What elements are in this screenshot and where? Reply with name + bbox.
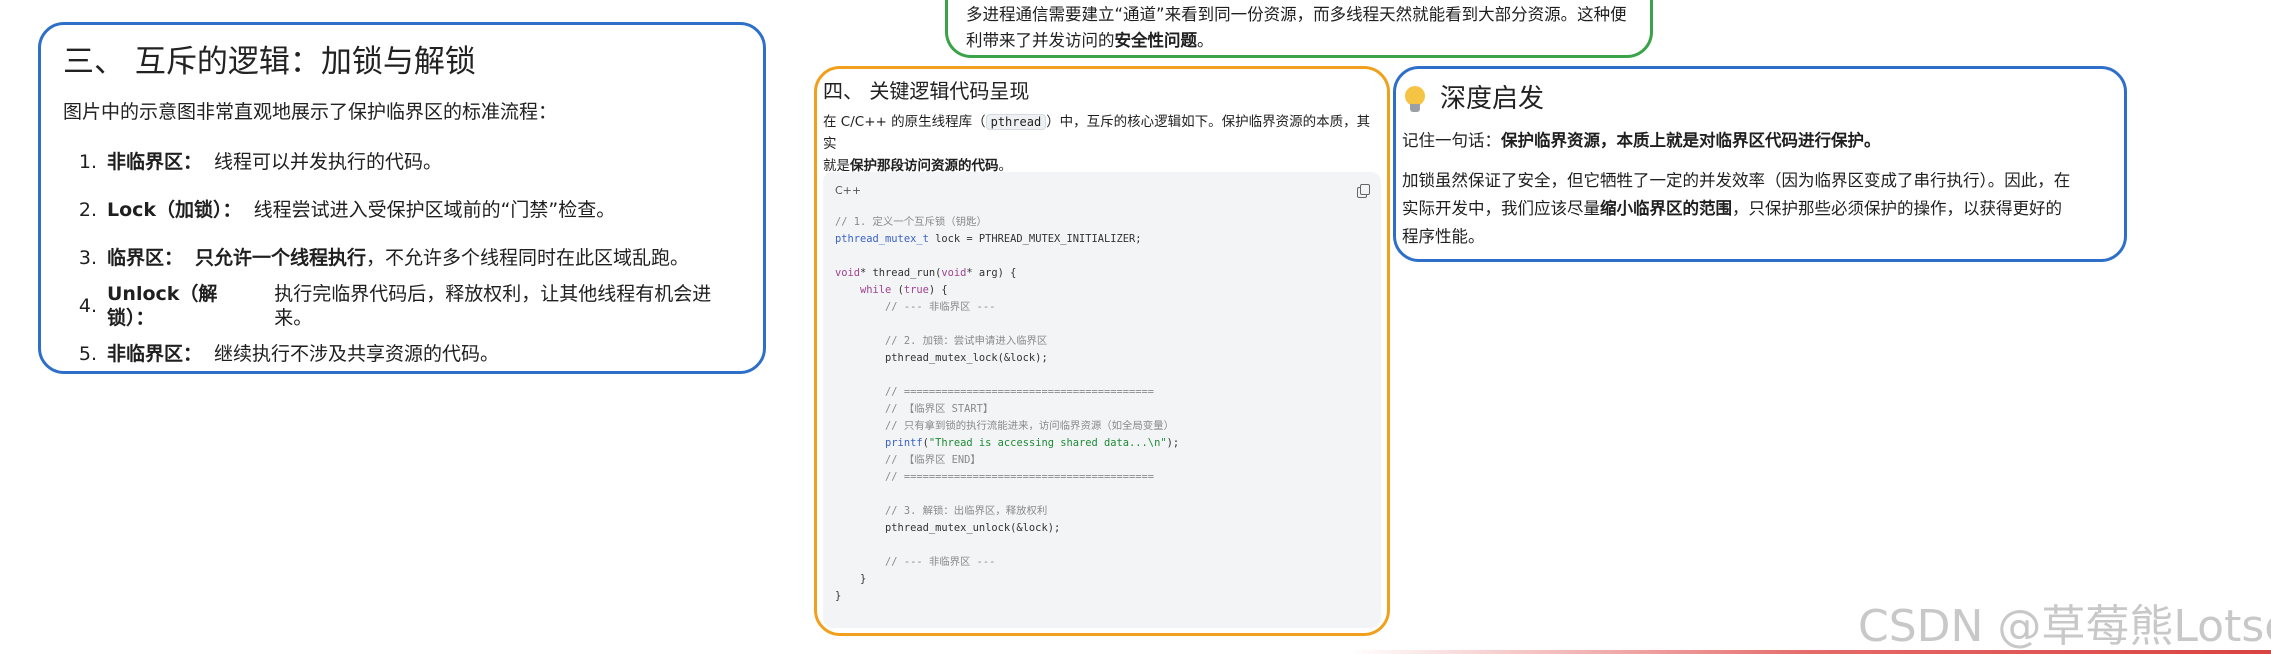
code-line: // 2. 加锁：尝试申请进入临界区: [835, 335, 1048, 347]
top-note-card: 多进程通信需要建立“通道”来看到同一份资源，而多线程天然就能看到大部分资源。这种…: [945, 0, 1653, 58]
top-note-line2: 利带来了并发访问的安全性问题。: [966, 28, 1632, 54]
code-line: // 1. 定义一个互斥锁（钥匙）: [835, 216, 987, 228]
list-item: 5. 非临界区： 继续执行不涉及共享资源的代码。: [63, 330, 741, 378]
code-line: // =====================================…: [835, 471, 1155, 483]
list-item-number: 3.: [78, 247, 97, 269]
list-item: 4. Unlock（解锁）： 执行完临界代码后，释放权利，让其他线程有机会进来。: [63, 282, 741, 330]
code-content: // 1. 定义一个互斥锁（钥匙） pthread_mutex_t lock =…: [823, 208, 1381, 611]
insight-card: 深度启发 记住一句话：保护临界资源，本质上就是对临界区代码进行保护。 加锁虽然保…: [1393, 66, 2127, 262]
code-line: // 只有拿到锁的执行流能进来，访问临界资源（如全局变量）: [835, 420, 1174, 432]
list-item: 3. 临界区： 只允许一个线程执行，不允许多个线程同时在此区域乱跑。: [63, 234, 741, 282]
code-line: }: [835, 590, 842, 602]
code-line: pthread_mutex_unlock(&lock);: [835, 522, 1061, 534]
insight-p2-line2-prefix: 实际开发中，我们应该尽量: [1402, 199, 1600, 218]
copy-icon[interactable]: [1357, 183, 1370, 198]
code-line: printf("Thread is accessing shared data.…: [885, 437, 1180, 449]
code-line: while (true) {: [860, 284, 948, 296]
top-note-line1: 多进程通信需要建立“通道”来看到同一份资源，而多线程天然就能看到大部分资源。这种…: [966, 5, 1627, 24]
list-item-text: 执行完临界代码后，释放权利，让其他线程有机会进来。: [274, 283, 712, 329]
code-line: // 【临界区 START】: [835, 403, 994, 415]
section4-card: 四、 关键逻辑代码呈现 在 C/C++ 的原生线程库（ pthread ）中，互斥的…: [814, 66, 1390, 636]
list-item: 2. Lock（加锁）： 线程尝试进入受保护区域前的“门禁”检查。: [63, 186, 741, 234]
list-item-number: 1.: [78, 151, 97, 173]
insight-heading: 深度启发: [1402, 77, 2120, 121]
bottom-accent-line: [1350, 650, 2271, 654]
top-note-line2-prefix: 利带来了并发访问的: [966, 31, 1115, 50]
watermark: CSDN @草莓熊Lotso: [1858, 601, 2271, 652]
section3-title: 三、 互斥的逻辑：加锁与解锁: [63, 44, 476, 80]
insight-p1-bold: 保护临界资源，本质上就是对临界区代码进行保护。: [1501, 131, 1881, 150]
code-line: // 【临界区 END】: [835, 454, 981, 466]
code-line: // --- 非临界区 ---: [835, 301, 996, 313]
code-line: // --- 非临界区 ---: [835, 556, 996, 568]
section3-intro: 图片中的示意图非常直观地展示了保护临界区的标准流程：: [63, 101, 558, 123]
code-line: pthread_mutex_lock(&lock);: [835, 352, 1048, 364]
insight-paragraph-1: 记住一句话：保护临界资源，本质上就是对临界区代码进行保护。: [1402, 127, 2120, 155]
list-item-term: Unlock（解锁）：: [107, 283, 218, 329]
insight-p2-line1: 加锁虽然保证了安全，但它牺牲了一定的并发效率（因为临界区变成了串行执行）。因此，…: [1402, 171, 2071, 190]
code-line: // =====================================…: [835, 386, 1155, 398]
insight-title: 深度启发: [1440, 84, 1545, 114]
insight-p2-line3: 程序性能。: [1402, 227, 1485, 246]
section4-title: 四、 关键逻辑代码呈现: [823, 79, 1030, 103]
section3-list: 1. 非临界区： 线程可以并发执行的代码。 2. Lock（加锁）： 线程尝试进…: [63, 138, 741, 378]
list-item-text: 只允许一个线程执行，不允许多个线程同时在此区域乱跑。: [195, 246, 689, 270]
list-item-number: 5.: [78, 343, 97, 365]
inline-code: pthread: [985, 114, 1047, 130]
list-item-term: Lock（加锁）：: [107, 199, 242, 221]
top-note-line2-bold: 安全性问题: [1114, 31, 1198, 50]
section4-desc-prefix: 在 C/C++ 的原生线程库（: [823, 114, 986, 130]
list-item-number: 2.: [78, 199, 97, 221]
code-block: C++ // 1. 定义一个互斥锁（钥匙） pthread_mutex_t lo…: [823, 172, 1381, 628]
top-note-line2-suffix: 。: [1197, 31, 1214, 50]
code-language-label: C++: [835, 183, 862, 197]
list-item-text-bold: 只允许一个线程执行: [195, 247, 367, 269]
code-line: }: [835, 573, 867, 585]
section3-card: 三、 互斥的逻辑：加锁与解锁 图片中的示意图非常直观地展示了保护临界区的标准流程…: [38, 22, 766, 374]
list-item-term: 非临界区：: [107, 343, 203, 365]
list-item-number: 4.: [78, 295, 97, 317]
insight-p2-line2-suffix: ，只保护那些必须保护的操作，以获得更好的: [1732, 199, 2062, 218]
insight-p1-prefix: 记住一句话：: [1402, 131, 1501, 150]
list-item-text-rest: ，不允许多个线程同时在此区域乱跑。: [366, 247, 690, 269]
list-item-text: 线程尝试进入受保护区域前的“门禁”检查。: [253, 199, 616, 221]
insight-p2-bold: 缩小临界区的范围: [1600, 199, 1732, 218]
lightbulb-icon: [1402, 84, 1428, 114]
list-item-term: 非临界区：: [107, 151, 203, 173]
list-item-term: 临界区：: [107, 247, 184, 269]
list-item: 1. 非临界区： 线程可以并发执行的代码。: [63, 138, 741, 186]
code-block-header: C++: [823, 172, 1381, 208]
section4-description: 在 C/C++ 的原生线程库（ pthread ）中，互斥的核心逻辑如下。保护临界资…: [823, 111, 1381, 177]
insight-paragraph-2: 加锁虽然保证了安全，但它牺牲了一定的并发效率（因为临界区变成了串行执行）。因此，…: [1402, 167, 2120, 251]
list-item-text: 线程可以并发执行的代码。: [214, 151, 443, 173]
code-line: // 3. 解锁：出临界区，释放权利: [835, 505, 1048, 517]
list-item-text: 继续执行不涉及共享资源的代码。: [214, 343, 500, 365]
code-line: void* thread_run(void* arg) {: [835, 267, 1017, 279]
code-line: pthread_mutex_t lock = PTHREAD_MUTEX_INI…: [835, 233, 1142, 245]
